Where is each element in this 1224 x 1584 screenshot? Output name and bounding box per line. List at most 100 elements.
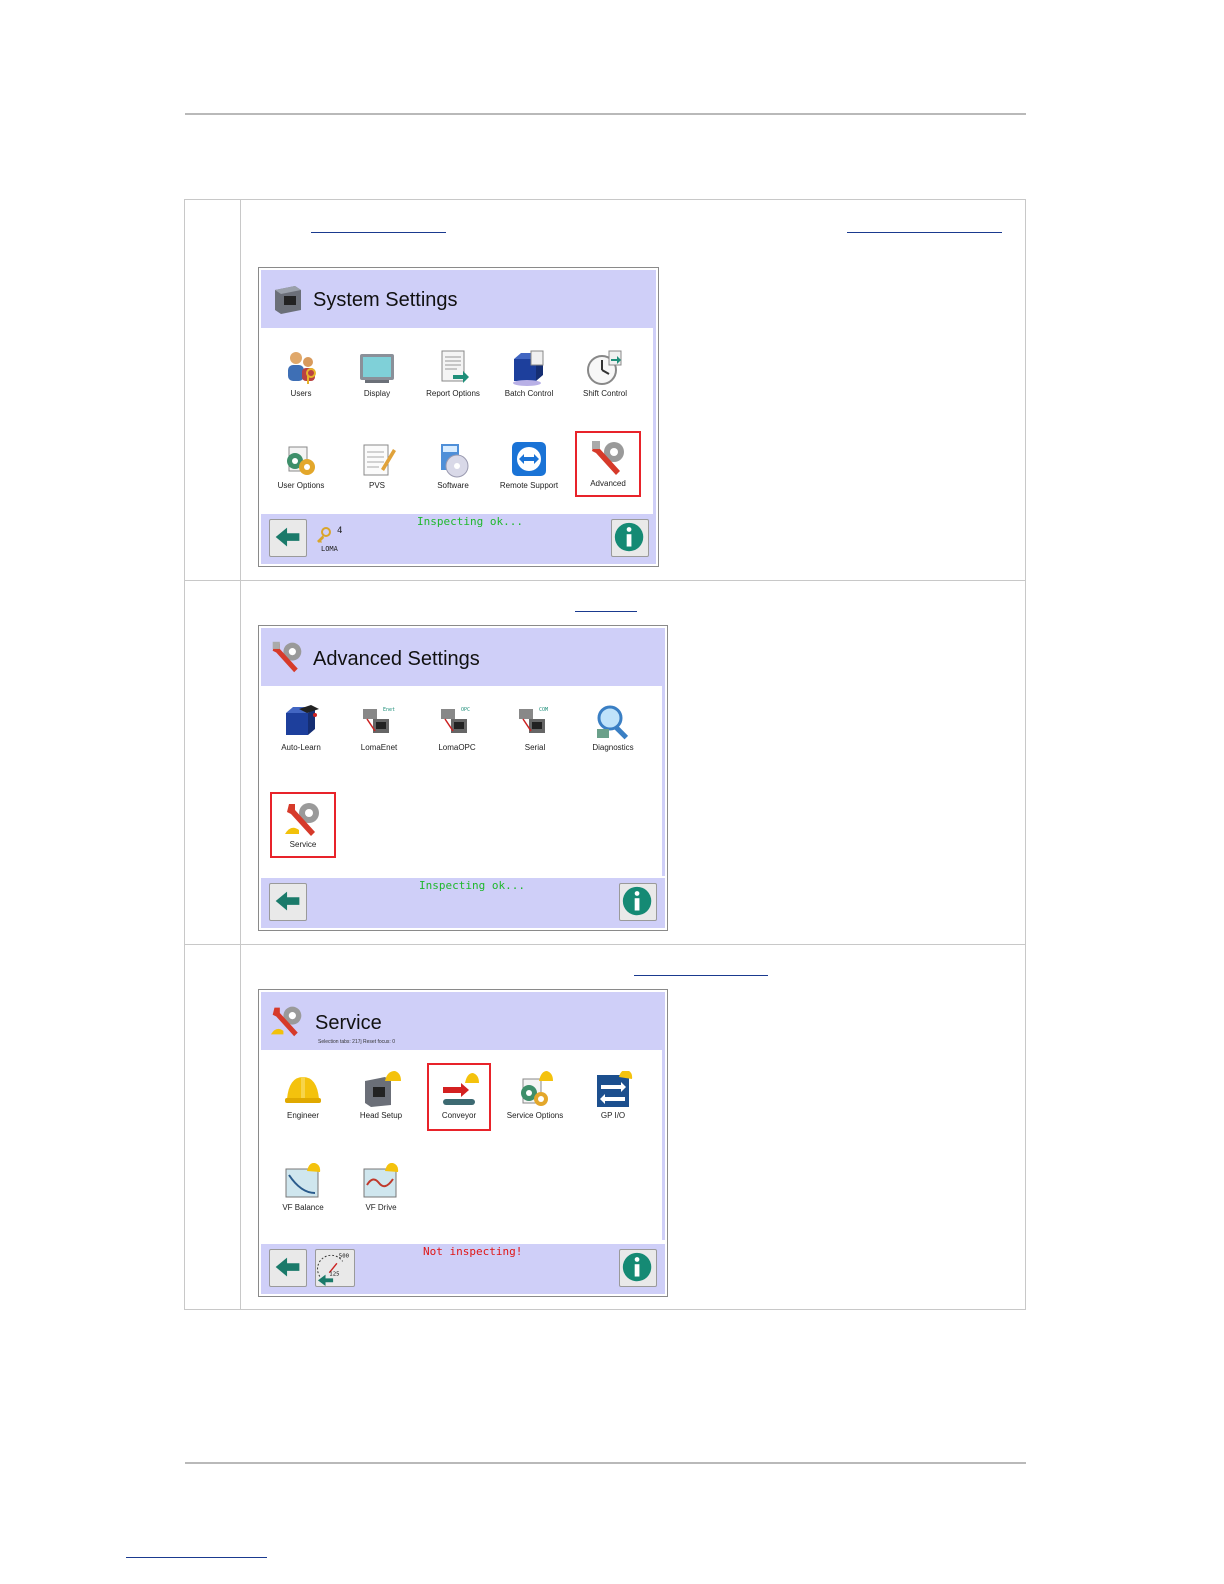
network-tag: COM <box>539 707 548 713</box>
tile-vf-balance[interactable]: VF Balance <box>267 1163 339 1212</box>
back-button[interactable] <box>269 883 307 921</box>
status-text: Inspecting ok... <box>417 515 523 528</box>
tile-label: LomaEnet <box>360 743 398 752</box>
tile-label: Display <box>363 389 391 398</box>
speed-max-value: 500 <box>339 1254 350 1260</box>
diagnostics-icon <box>597 705 629 740</box>
tile-serial[interactable]: COM Serial <box>499 703 571 752</box>
info-icon <box>622 1252 652 1282</box>
speed-current-value: 125 <box>329 1272 339 1278</box>
tile-label: LomaOPC <box>438 743 476 752</box>
speed-gauge-icon: 500 125 <box>317 1254 350 1286</box>
lomaenet-icon: Enet <box>363 707 395 733</box>
tile-batch-control[interactable]: Batch Control <box>493 349 565 398</box>
head-setup-icon <box>365 1071 401 1107</box>
tile-label: Service Options <box>506 1111 564 1120</box>
tile-label: Head Setup <box>359 1111 403 1120</box>
tile-label: Remote Support <box>499 481 559 490</box>
advanced-settings-icon <box>272 641 302 673</box>
vf-balance-icon <box>285 1163 321 1198</box>
info-icon <box>622 886 652 916</box>
tile-label: Conveyor <box>441 1111 477 1120</box>
hyperlink-underline[interactable] <box>575 611 637 612</box>
row-divider <box>185 944 1025 945</box>
screen-header: System Settings <box>261 270 656 328</box>
tile-vf-drive[interactable]: VF Drive <box>345 1163 417 1212</box>
network-tag: Enet <box>383 707 395 713</box>
status-bar: Inspecting ok... <box>261 878 665 928</box>
back-button[interactable] <box>269 519 307 557</box>
tile-user-options[interactable]: User Options <box>265 441 337 490</box>
screen-edge <box>662 686 665 876</box>
back-arrow-icon <box>275 1257 300 1277</box>
screen-subtitle: Selection tabs: 217j Reset focus: 0 <box>318 1039 395 1045</box>
batch-control-icon <box>513 350 544 386</box>
network-tag: OPC <box>461 707 470 713</box>
tile-auto-learn[interactable]: Auto-Learn <box>265 703 337 752</box>
system-settings-screen: System Settings Users Display Report Opt… <box>258 267 659 567</box>
tile-grid: Users Display Report Options Batch Contr… <box>263 331 654 513</box>
back-arrow-icon <box>275 527 300 547</box>
pvs-icon <box>363 444 396 476</box>
tile-label: Batch Control <box>504 389 554 398</box>
info-button[interactable] <box>611 519 649 557</box>
tile-label: Users <box>290 389 312 398</box>
tile-remote-support[interactable]: Remote Support <box>493 441 565 490</box>
status-bar: 4 LOMA Inspecting ok... <box>261 514 656 564</box>
tile-lomaenet[interactable]: Enet LomaEnet <box>343 703 415 752</box>
tile-diagnostics[interactable]: Diagnostics <box>577 703 649 752</box>
tile-report-options[interactable]: Report Options <box>417 349 489 398</box>
hyperlink-underline[interactable] <box>847 232 1002 233</box>
tile-grid: Auto-Learn Enet LomaEnet OPC LomaOPC COM <box>263 689 663 875</box>
gp-io-icon <box>597 1071 633 1107</box>
tile-grid: Engineer Head Setup Conveyor Service Opt… <box>263 1053 663 1239</box>
users-icon <box>288 352 316 384</box>
back-button[interactable] <box>269 1249 307 1287</box>
tile-label: GP I/O <box>600 1111 626 1120</box>
advanced-settings-screen: Advanced Settings Auto-Learn Enet LomaEn… <box>258 625 668 931</box>
tile-service[interactable]: Service <box>270 792 336 858</box>
shift-control-icon <box>587 350 622 385</box>
tile-gp-io[interactable]: GP I/O <box>577 1071 649 1120</box>
user-level: 4 <box>337 526 343 536</box>
back-arrow-icon <box>275 891 300 911</box>
tile-label: PVS <box>368 481 385 490</box>
tile-label: Software <box>437 481 469 490</box>
tile-engineer[interactable]: Engineer <box>267 1071 339 1120</box>
tile-label: Auto-Learn <box>281 743 321 752</box>
tile-service-options[interactable]: Service Options <box>499 1071 571 1120</box>
tile-label: Diagnostics <box>592 743 634 752</box>
footer-rule <box>185 1462 1026 1464</box>
tile-display[interactable]: Display <box>341 349 413 398</box>
tile-pvs[interactable]: PVS <box>341 441 413 490</box>
conveyor-icon <box>443 1073 479 1105</box>
serial-icon: COM <box>519 707 548 733</box>
footer-link-underline[interactable] <box>126 1557 267 1558</box>
user-name: LOMA <box>321 545 338 553</box>
tile-lomaopc[interactable]: OPC LomaOPC <box>421 703 493 752</box>
service-icon <box>285 803 319 836</box>
report-options-icon <box>441 350 469 383</box>
tile-shift-control[interactable]: Shift Control <box>569 349 641 398</box>
step-number-column <box>240 200 241 1309</box>
screen-header: Service Selection tabs: 217j Reset focus… <box>261 992 665 1050</box>
service-options-icon <box>521 1071 553 1106</box>
tile-label: Shift Control <box>582 389 628 398</box>
info-button[interactable] <box>619 883 657 921</box>
info-button[interactable] <box>619 1249 657 1287</box>
user-options-icon <box>287 446 315 475</box>
service-screen: Service Selection tabs: 217j Reset focus… <box>258 989 668 1297</box>
tile-label: Serial <box>524 743 546 752</box>
tile-advanced[interactable]: Advanced <box>575 431 641 497</box>
service-icon <box>270 1006 302 1037</box>
key-icon <box>317 527 331 543</box>
speed-button[interactable]: 500 125 <box>315 1249 355 1287</box>
hyperlink-underline[interactable] <box>634 975 768 976</box>
tile-head-setup[interactable]: Head Setup <box>345 1071 417 1120</box>
tile-label: Advanced <box>590 479 626 488</box>
tile-software[interactable]: Software <box>417 441 489 490</box>
hyperlink-underline[interactable] <box>311 232 446 233</box>
tile-conveyor[interactable]: Conveyor <box>427 1063 491 1131</box>
tile-users[interactable]: Users <box>265 349 337 398</box>
screen-title: Service <box>315 1012 382 1034</box>
